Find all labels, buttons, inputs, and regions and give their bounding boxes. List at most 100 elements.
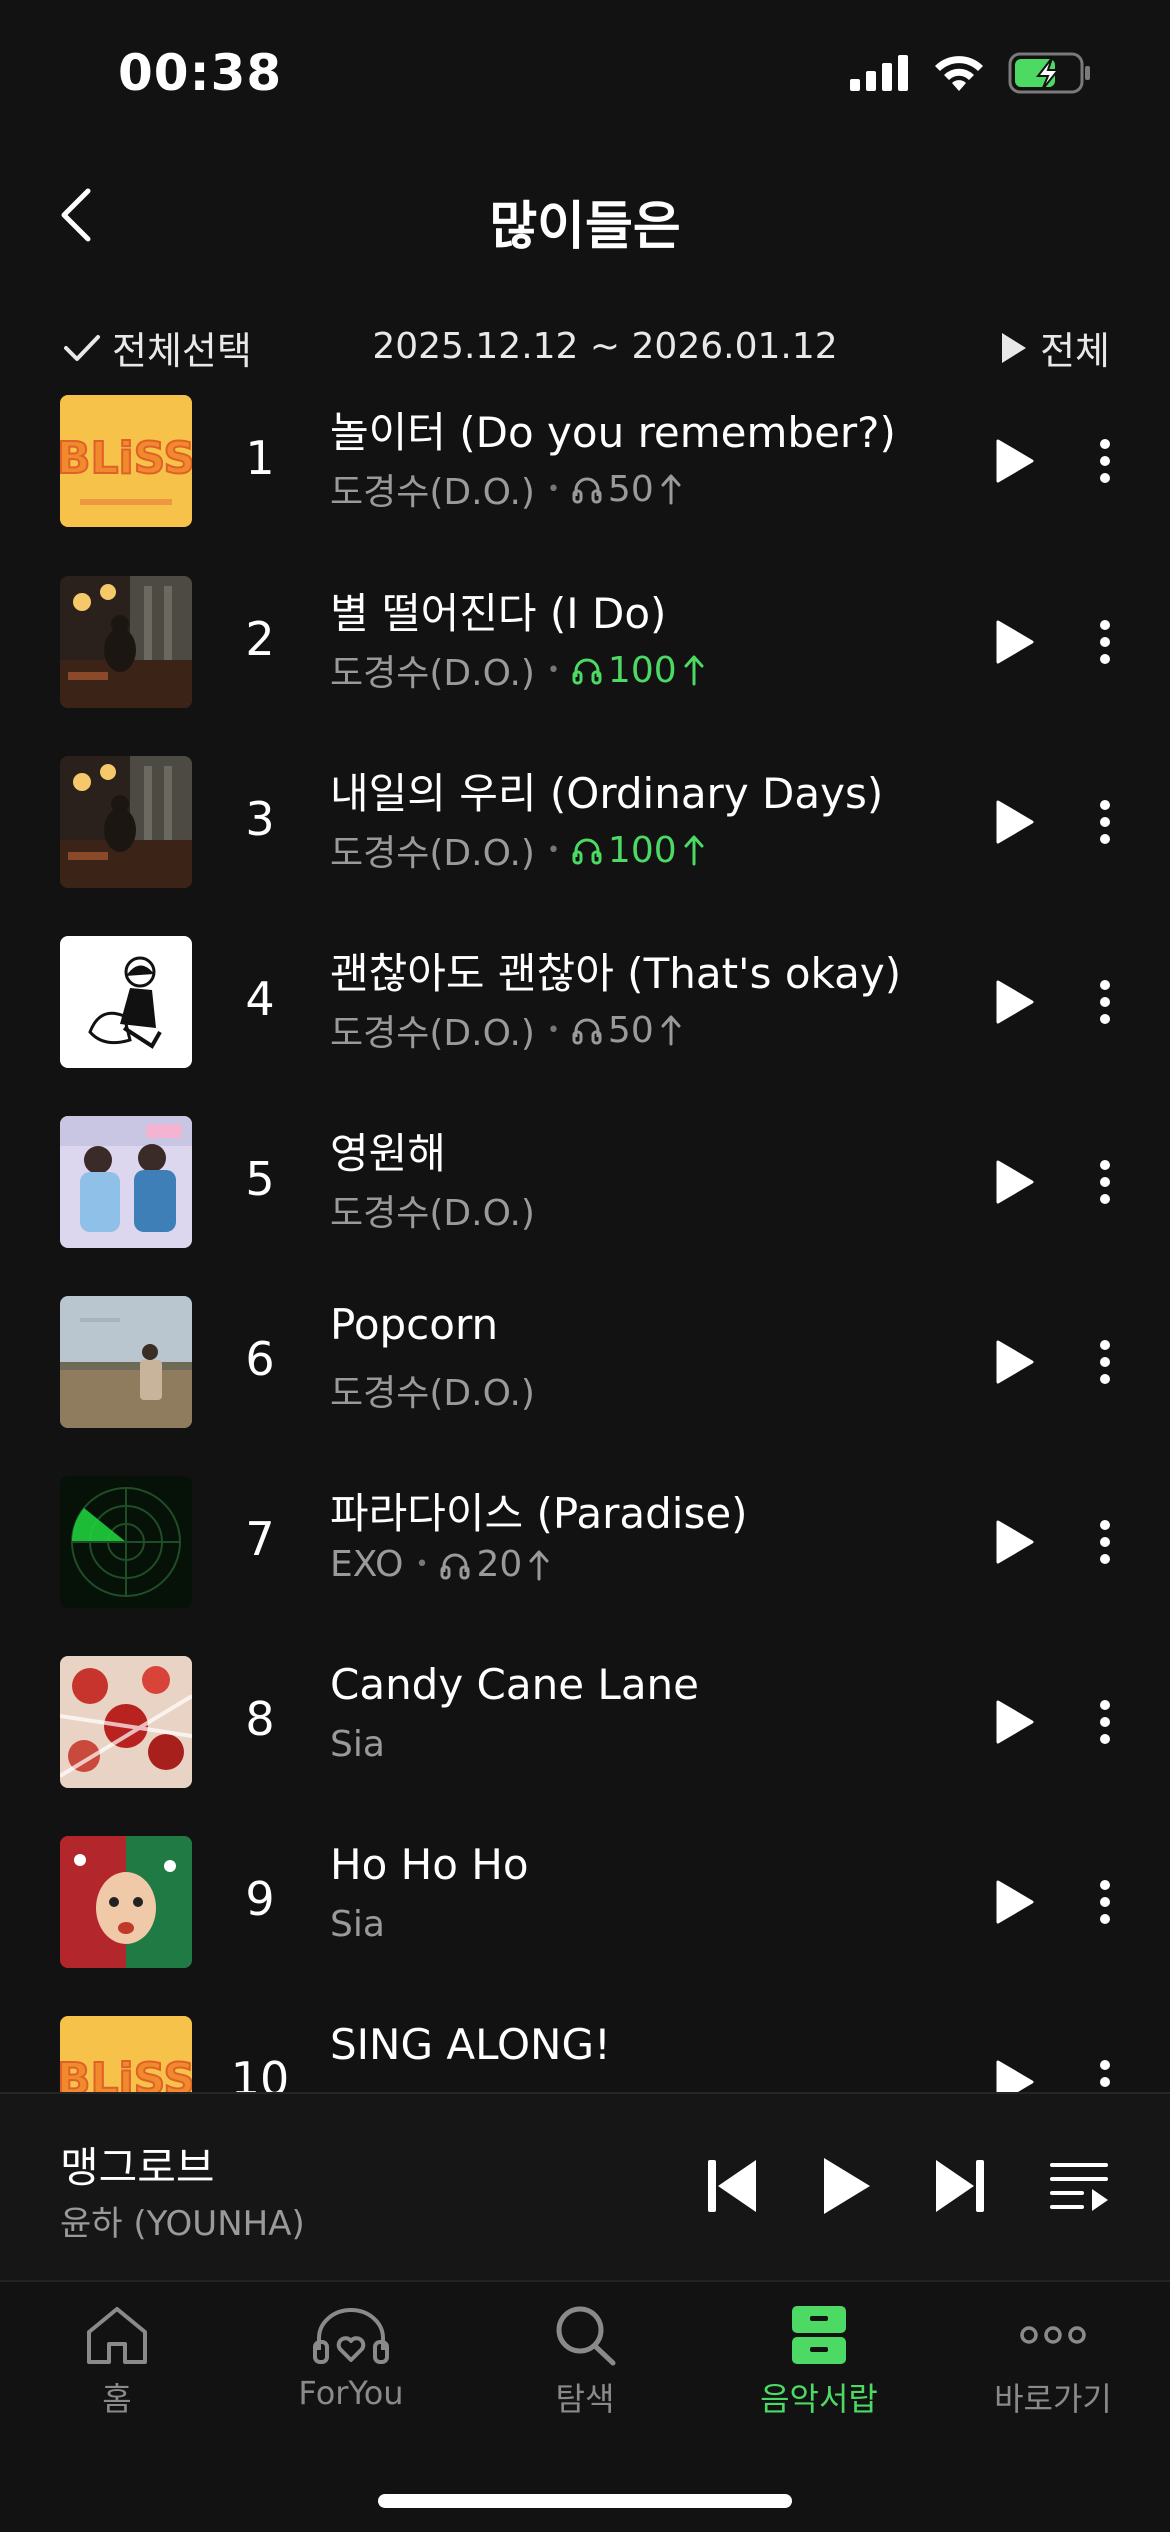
album-art[interactable] — [60, 1656, 192, 1788]
date-range: 2025.12.12 ~ 2026.01.12 — [372, 326, 838, 367]
tab-search[interactable]: 탐색 — [468, 2304, 702, 2420]
svg-text:BLiSS: BLiSS — [60, 2054, 192, 2092]
track-title: 파라다이스 (Paradise) — [330, 1489, 748, 1538]
track-row[interactable]: 3 내일의 우리 (Ordinary Days) 도경수(D.O.) • 100 — [0, 756, 1170, 936]
cellular-signal-icon — [850, 55, 908, 91]
more-vertical-icon — [1100, 620, 1110, 664]
track-play-button[interactable] — [985, 1872, 1045, 1932]
track-row[interactable]: BLiSS 10 SING ALONG! — [0, 2016, 1170, 2092]
tab-foryou[interactable]: ForYou — [234, 2304, 468, 2412]
play-icon[interactable] — [820, 2156, 872, 2216]
track-play-button[interactable] — [985, 612, 1045, 672]
track-more-button[interactable] — [1085, 612, 1125, 672]
play-icon — [1002, 332, 1027, 363]
track-row[interactable]: 9 Ho Ho Ho Sia — [0, 1836, 1170, 2016]
tab-music-drawer[interactable]: 음악서랍 — [702, 2304, 936, 2420]
more-vertical-icon — [1100, 800, 1110, 844]
album-art[interactable] — [60, 1836, 192, 1968]
track-row[interactable]: 5 영원해 도경수(D.O.) — [0, 1116, 1170, 1296]
more-vertical-icon — [1100, 1340, 1110, 1384]
track-meta: 도경수(D.O.) — [330, 1184, 535, 1236]
track-rank: 4 — [245, 972, 275, 1026]
headphones-icon — [572, 658, 602, 685]
separator-dot: • — [546, 837, 560, 863]
more-vertical-icon — [1100, 1880, 1110, 1924]
next-track-icon[interactable] — [934, 2158, 986, 2214]
track-more-button[interactable] — [1085, 972, 1125, 1032]
album-art[interactable]: BLiSS — [60, 2016, 192, 2092]
track-artist: 도경수(D.O.) — [330, 1193, 535, 1234]
track-meta: 도경수(D.O.) — [330, 1364, 535, 1416]
track-meta: 도경수(D.O.) • 100 — [330, 644, 705, 696]
track-play-button[interactable] — [985, 431, 1045, 491]
album-art[interactable] — [60, 756, 192, 888]
arrow-up-icon — [684, 835, 704, 866]
heart-headphones-icon — [313, 2308, 389, 2364]
track-artist: 도경수(D.O.) — [330, 472, 535, 513]
track-meta: 도경수(D.O.) • 50 — [330, 463, 682, 515]
play-all-button[interactable]: 전체 — [1000, 320, 1110, 375]
track-more-button[interactable] — [1085, 1872, 1125, 1932]
play-count-value: 50 — [607, 1009, 654, 1051]
more-vertical-icon — [1100, 980, 1110, 1024]
track-title: 괜찮아도 괜찮아 (That's okay) — [330, 949, 902, 998]
track-more-button[interactable] — [1085, 1332, 1125, 1392]
album-art[interactable] — [60, 936, 192, 1068]
home-icon — [87, 2307, 147, 2364]
track-row[interactable]: 7 파라다이스 (Paradise) EXO • 20 — [0, 1476, 1170, 1656]
track-play-button[interactable] — [985, 792, 1045, 852]
play-icon — [996, 1520, 1034, 1564]
track-title: Ho Ho Ho — [330, 1840, 529, 1889]
track-rank: 10 — [230, 2052, 290, 2092]
play-count: 20 — [440, 1544, 550, 1585]
battery-charging-icon — [1008, 52, 1090, 94]
tab-shortcuts[interactable]: 바로가기 — [936, 2304, 1170, 2420]
track-rank: 2 — [245, 612, 275, 666]
play-icon — [996, 439, 1034, 483]
headphones-icon — [572, 838, 602, 865]
now-playing-title: 맹그로브 — [60, 2143, 215, 2192]
more-vertical-icon — [1100, 1700, 1110, 1744]
track-more-button[interactable] — [1085, 1512, 1125, 1572]
previous-track-icon[interactable] — [706, 2158, 758, 2214]
status-time: 00:38 — [118, 44, 283, 102]
more-vertical-icon — [1100, 1520, 1110, 1564]
track-row[interactable]: 6 Popcorn 도경수(D.O.) — [0, 1296, 1170, 1476]
mini-player[interactable]: 맹그로브 윤하 (YOUNHA) — [0, 2092, 1170, 2280]
more-vertical-icon — [1100, 439, 1110, 483]
tab-bar: 홈 ForYou 탐색 음악서랍 바로가기 — [0, 2280, 1170, 2532]
track-title: Candy Cane Lane — [330, 1660, 700, 1709]
album-art[interactable] — [60, 1476, 192, 1608]
track-row[interactable]: 8 Candy Cane Lane Sia — [0, 1656, 1170, 1836]
track-play-button[interactable] — [985, 972, 1045, 1032]
track-more-button[interactable] — [1085, 431, 1125, 491]
track-more-button[interactable] — [1085, 1692, 1125, 1752]
track-play-button[interactable] — [985, 1152, 1045, 1212]
headphones-icon — [572, 477, 602, 504]
track-row[interactable]: 2 별 떨어진다 (I Do) 도경수(D.O.) • 100 — [0, 576, 1170, 756]
track-play-button[interactable] — [985, 2052, 1045, 2092]
track-row[interactable]: 4 괜찮아도 괜찮아 (That's okay) 도경수(D.O.) • 50 — [0, 936, 1170, 1116]
album-art[interactable]: BLiSS — [60, 395, 192, 527]
track-more-button[interactable] — [1085, 2052, 1125, 2092]
play-count-value: 20 — [476, 1544, 523, 1585]
track-play-button[interactable] — [985, 1692, 1045, 1752]
tab-home[interactable]: 홈 — [0, 2304, 234, 2420]
play-icon — [996, 980, 1034, 1024]
track-row[interactable]: BLiSS 1 놀이터 (Do you remember?) 도경수(D.O.)… — [0, 395, 1170, 575]
separator-dot: • — [415, 1552, 429, 1577]
track-meta: EXO • 20 — [330, 1544, 550, 1585]
track-meta: Sia — [330, 1904, 385, 1945]
playlist-queue-icon[interactable] — [1048, 2159, 1110, 2213]
player-controls — [706, 2156, 1110, 2216]
tab-label: 바로가기 — [994, 2380, 1112, 2418]
track-play-button[interactable] — [985, 1512, 1045, 1572]
album-art[interactable] — [60, 1116, 192, 1248]
track-play-button[interactable] — [985, 1332, 1045, 1392]
track-more-button[interactable] — [1085, 792, 1125, 852]
album-art[interactable] — [60, 1296, 192, 1428]
tab-label: 홈 — [102, 2380, 132, 2418]
drawer-icon — [792, 2306, 846, 2364]
album-art[interactable] — [60, 576, 192, 708]
track-more-button[interactable] — [1085, 1152, 1125, 1212]
